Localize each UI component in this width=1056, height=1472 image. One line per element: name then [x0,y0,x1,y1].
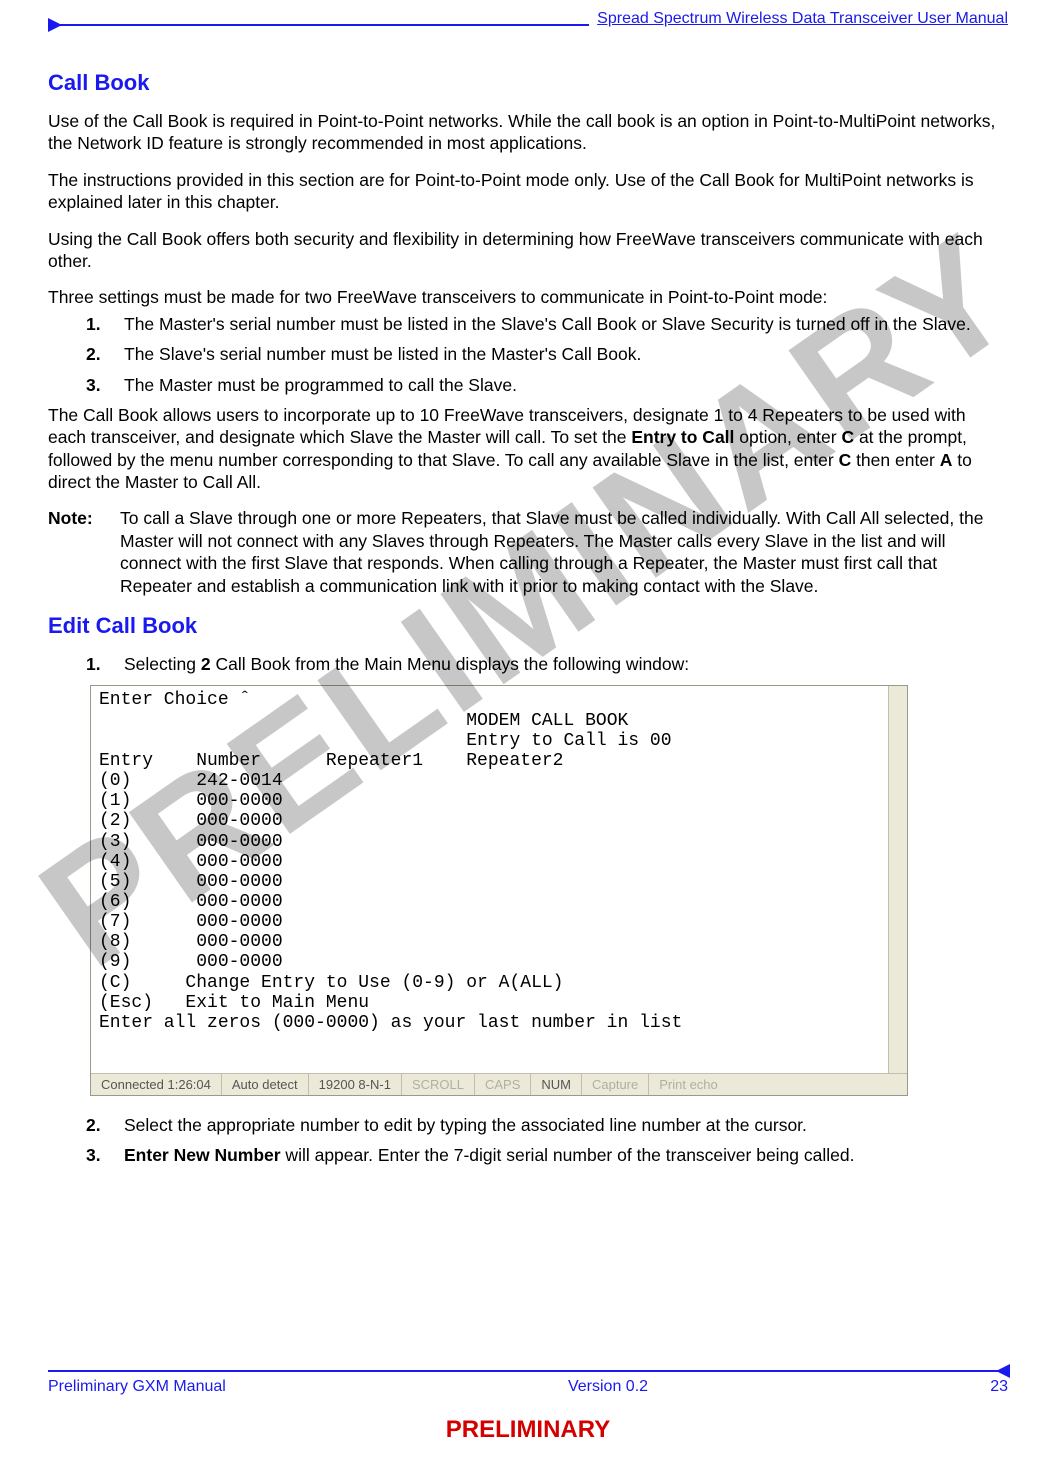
doc-title: Spread Spectrum Wireless Data Transceive… [589,10,1008,28]
list-item: 2.Select the appropriate number to edit … [48,1114,1008,1136]
footer-page-number: 23 [990,1378,1008,1396]
footer-bar: Preliminary GXM Manual Version 0.2 23 [48,1370,1008,1396]
note-block: Note: To call a Slave through one or mor… [48,507,1008,597]
footer-left: Preliminary GXM Manual [48,1378,226,1396]
list-item: 3. Enter New Number will appear. Enter t… [48,1144,1008,1166]
edit-steps: 1. Selecting 2 Call Book from the Main M… [48,653,1008,675]
content-area: Call Book Use of the Call Book is requir… [48,70,1008,1175]
status-print: Print echo [649,1074,728,1095]
terminal-statusbar: Connected 1:26:04 Auto detect 19200 8-N-… [91,1073,907,1095]
header-bar: Spread Spectrum Wireless Data Transceive… [48,14,1008,32]
list-item: 1.The Master's serial number must be lis… [48,313,1008,335]
preliminary-label: PRELIMINARY [0,1416,1056,1444]
note-text: To call a Slave through one or more Repe… [120,507,1008,597]
footer-arrow-icon [996,1364,1010,1378]
list-item: 3.The Master must be programmed to call … [48,374,1008,396]
para-2: The instructions provided in this sectio… [48,169,1008,214]
status-connected: Connected 1:26:04 [91,1074,222,1095]
para-5: The Call Book allows users to incorporat… [48,404,1008,494]
list-item: 1. Selecting 2 Call Book from the Main M… [48,653,1008,675]
header-arrow-icon [48,18,62,32]
settings-list: 1.The Master's serial number must be lis… [48,313,1008,396]
status-baud: 19200 8-N-1 [309,1074,402,1095]
status-detect: Auto detect [222,1074,309,1095]
terminal-window: Enter Choice ˆ MODEM CALL BOOK Entry to … [90,685,908,1096]
status-num: NUM [531,1074,582,1095]
status-scroll: SCROLL [402,1074,475,1095]
note-label: Note: [48,507,120,597]
edit-steps-cont: 2.Select the appropriate number to edit … [48,1114,1008,1167]
section-heading-callbook: Call Book [48,70,1008,96]
status-caps: CAPS [475,1074,531,1095]
footer-center: Version 0.2 [568,1378,648,1396]
para-3: Using the Call Book offers both security… [48,228,1008,273]
para-1: Use of the Call Book is required in Poin… [48,110,1008,155]
terminal-output: Enter Choice ˆ MODEM CALL BOOK Entry to … [91,686,907,1073]
list-item: 2.The Slave's serial number must be list… [48,343,1008,365]
para-4: Three settings must be made for two Free… [48,286,1008,308]
section-heading-editcallbook: Edit Call Book [48,613,1008,639]
status-capture: Capture [582,1074,649,1095]
footer-rule [48,1370,1008,1372]
